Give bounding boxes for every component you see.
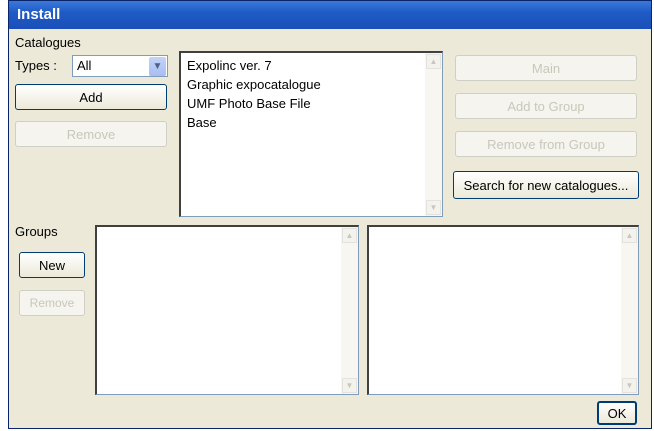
list-item[interactable]: Graphic expocatalogue [181,75,442,94]
groups-list-scrollbar[interactable]: ▲ ▼ [341,227,358,394]
types-select-value: All [77,58,92,73]
groups-heading: Groups [15,224,58,239]
new-group-button[interactable]: New [19,252,85,278]
search-catalogues-button[interactable]: Search for new catalogues... [453,171,639,199]
list-item[interactable]: Base [181,113,442,132]
chevron-down-icon[interactable]: ▼ [149,57,166,76]
scroll-down-icon[interactable]: ▼ [426,200,441,215]
add-catalogue-button[interactable]: Add [15,84,167,110]
types-label: Types : [15,58,57,73]
install-dialog: Install Catalogues Types : All ▼ Add Rem… [8,0,652,429]
ok-button[interactable]: OK [597,401,637,425]
catalogue-list[interactable]: Expolinc ver. 7 Graphic expocatalogue UM… [179,51,443,217]
types-select[interactable]: All ▼ [72,55,168,77]
scroll-down-icon[interactable]: ▼ [622,378,637,393]
add-to-group-button[interactable]: Add to Group [455,93,637,119]
remove-group-button[interactable]: Remove [19,290,85,316]
group-members-scrollbar[interactable]: ▲ ▼ [621,227,638,394]
main-button[interactable]: Main [455,55,637,81]
scroll-up-icon[interactable]: ▲ [342,228,357,243]
catalogue-list-scrollbar[interactable]: ▲ ▼ [425,53,442,216]
groups-list[interactable]: ▲ ▼ [95,225,359,395]
list-item[interactable]: UMF Photo Base File [181,94,442,113]
list-item[interactable]: Expolinc ver. 7 [181,56,442,75]
scroll-up-icon[interactable]: ▲ [426,54,441,69]
remove-catalogue-button[interactable]: Remove [15,121,167,147]
window-title: Install [17,6,61,23]
title-bar[interactable]: Install [9,1,651,29]
scroll-up-icon[interactable]: ▲ [622,228,637,243]
group-members-list[interactable]: ▲ ▼ [367,225,639,395]
scroll-down-icon[interactable]: ▼ [342,378,357,393]
remove-from-group-button[interactable]: Remove from Group [455,131,637,157]
catalogues-heading: Catalogues [15,35,81,50]
